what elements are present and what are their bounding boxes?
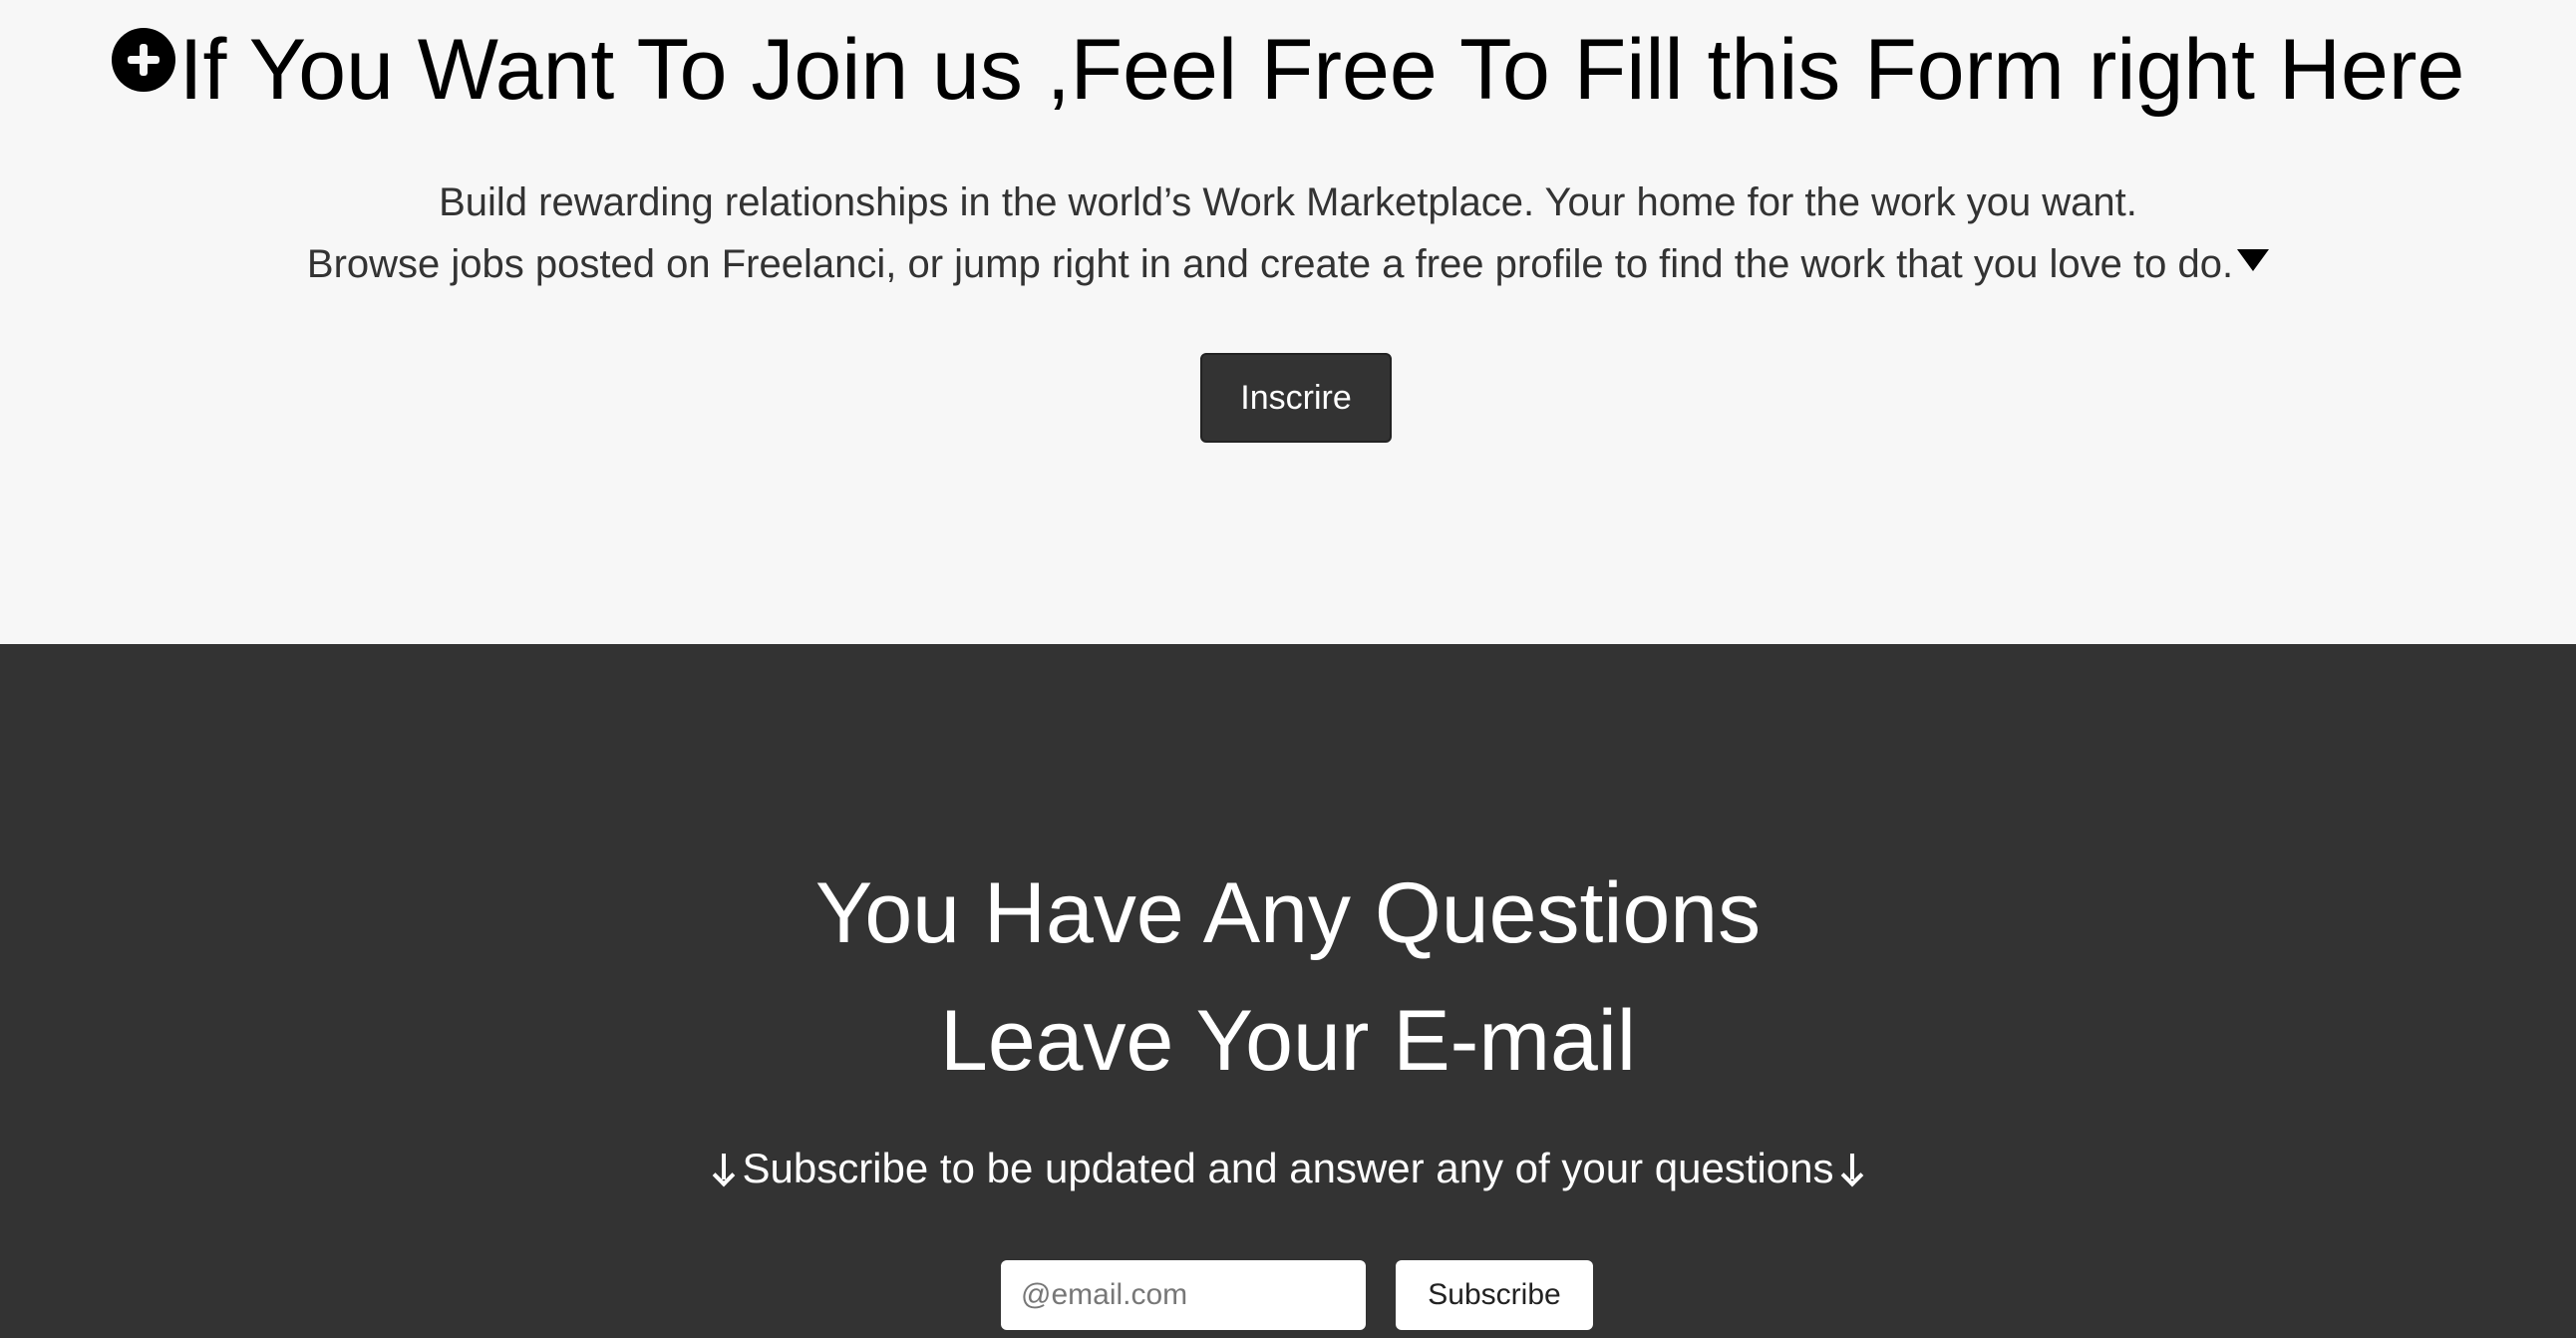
- contact-heading-line-1: You Have Any Questions: [814, 865, 1762, 961]
- plus-circle-icon: [111, 28, 175, 92]
- join-title-text: If You Want To Join us ,Feel Free To Fil…: [178, 22, 2465, 118]
- contact-section: You Have Any Questions Leave Your E-mail…: [0, 644, 2576, 1338]
- join-section: If You Want To Join us ,Feel Free To Fil…: [0, 0, 2576, 644]
- contact-heading: You Have Any Questions Leave Your E-mail: [0, 849, 2576, 1105]
- join-description-line-1: Build rewarding relationships in the wor…: [439, 180, 2137, 224]
- email-input[interactable]: [1001, 1260, 1366, 1330]
- subscribe-note-text: Subscribe to be updated and answer any o…: [742, 1145, 1834, 1191]
- join-description-line-2: Browse jobs posted on Freelanci, or jump…: [0, 233, 2576, 295]
- caret-down-icon[interactable]: [2237, 249, 2270, 271]
- contact-heading-line-2: Leave Your E-mail: [940, 993, 1636, 1089]
- subscribe-button[interactable]: Subscribe: [1396, 1260, 1593, 1330]
- arrow-down-icon: [1840, 1152, 1864, 1185]
- inscrire-button[interactable]: Inscrire: [1200, 353, 1392, 443]
- join-description: Build rewarding relationships in the wor…: [0, 171, 2576, 295]
- join-description-line-2-text: Browse jobs posted on Freelanci, or jump…: [306, 242, 2234, 286]
- subscribe-note: Subscribe to be updated and answer any o…: [0, 1141, 2576, 1196]
- arrow-down-icon: [712, 1152, 736, 1185]
- join-title: If You Want To Join us ,Feel Free To Fil…: [0, 0, 2576, 140]
